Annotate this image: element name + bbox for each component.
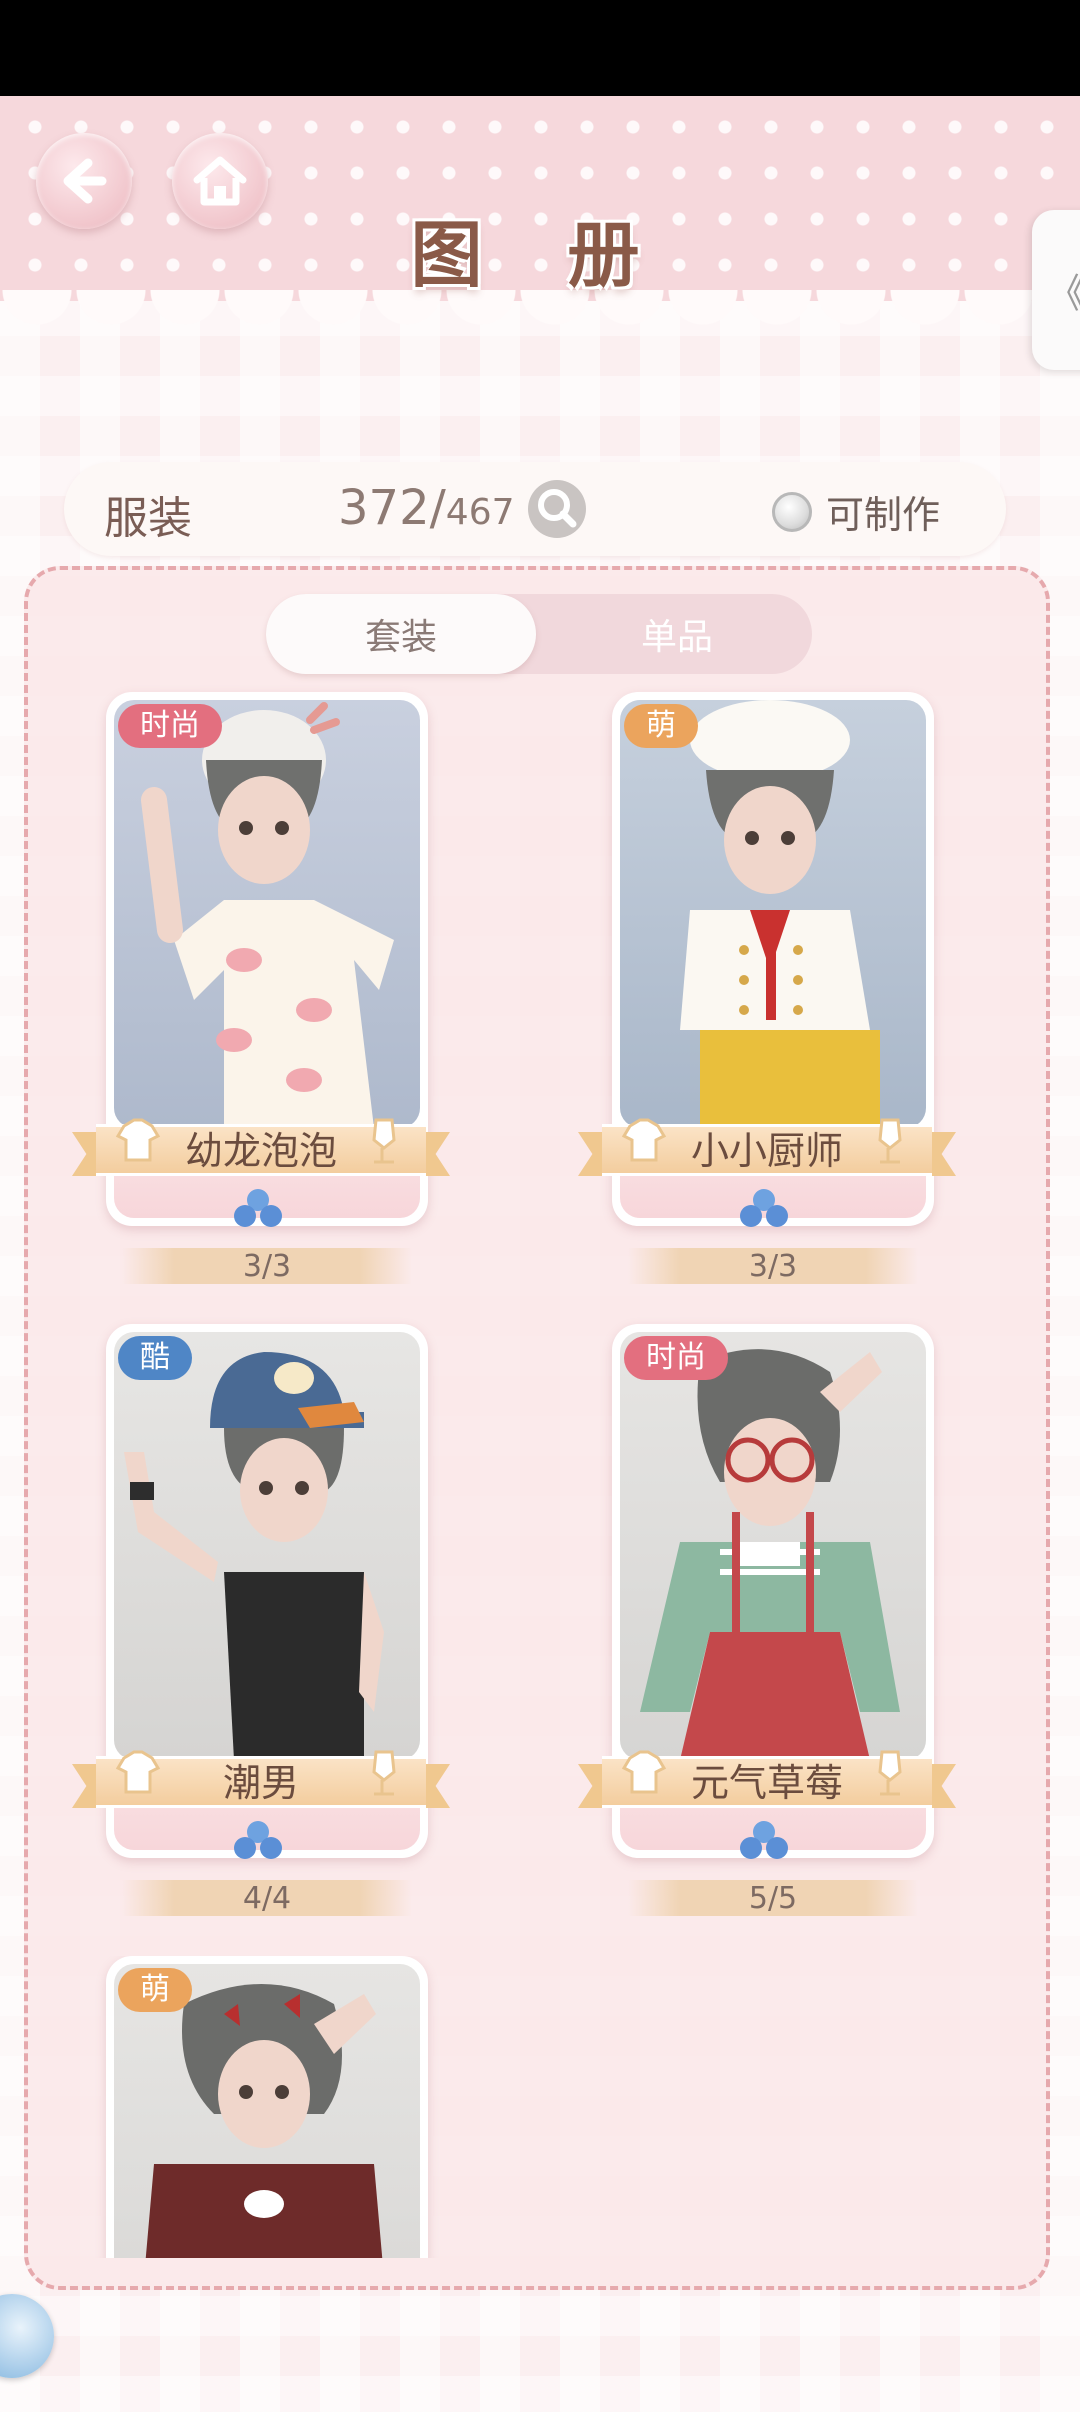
radio-icon	[772, 491, 812, 532]
collection-summary-bar: 服装 372/467 可制作	[64, 462, 1006, 556]
outfit-portrait	[114, 700, 420, 1128]
outfit-name: 小小厨师	[690, 1129, 843, 1173]
home-button[interactable]	[172, 133, 268, 229]
outfit-card[interactable]: 酷 潮男 4/4	[72, 1324, 450, 1924]
outfit-card[interactable]: 萌	[76, 1956, 446, 2258]
side-drawer-tab[interactable]: 《	[1032, 210, 1080, 370]
tab-single-items[interactable]: 单品	[542, 594, 812, 674]
outfit-portrait	[620, 700, 926, 1128]
magnifier-icon[interactable]	[526, 478, 588, 540]
outfit-card[interactable]: 时尚 幼龙泡泡 3/3	[72, 692, 450, 1292]
style-tag: 时尚	[624, 1336, 728, 1380]
outfit-card-frame: 萌	[106, 1956, 428, 2258]
category-label: 服装	[104, 493, 192, 544]
gem-cluster-icon	[234, 1189, 282, 1227]
count-separator: /	[429, 480, 446, 536]
gem-cluster-icon	[740, 1821, 788, 1859]
name-ribbon: 潮男	[72, 1744, 450, 1818]
collection-progress: 4/4	[122, 1880, 412, 1916]
gem-cluster-icon	[740, 1189, 788, 1227]
name-ribbon: 小小厨师	[578, 1112, 956, 1186]
outfit-card[interactable]: 萌 小小厨师 3/3	[578, 692, 956, 1292]
home-icon	[193, 156, 247, 206]
gem-cluster-icon	[234, 1821, 282, 1859]
outfit-name: 潮男	[222, 1761, 299, 1805]
collection-count: 372/467	[338, 480, 515, 536]
craftable-label: 可制作	[826, 493, 941, 537]
outfit-name: 元气草莓	[690, 1761, 843, 1805]
back-button[interactable]	[36, 133, 132, 229]
tab-bar: 套装 单品	[266, 594, 812, 674]
status-bar	[0, 0, 1080, 96]
chevron-left-icon: 《	[1046, 261, 1080, 319]
collection-progress: 5/5	[628, 1880, 918, 1916]
name-ribbon: 幼龙泡泡	[72, 1112, 450, 1186]
style-tag: 萌	[118, 1968, 192, 2012]
craftable-filter-toggle[interactable]: 可制作	[772, 484, 940, 539]
tab-outfits[interactable]: 套装	[266, 594, 536, 674]
arrow-left-icon	[63, 158, 107, 204]
style-tag: 萌	[624, 704, 698, 748]
outfit-portrait	[620, 1332, 926, 1760]
style-tag: 时尚	[118, 704, 222, 748]
page-title: 图 册	[410, 212, 670, 297]
style-tag: 酷	[118, 1336, 192, 1380]
collection-progress: 3/3	[628, 1248, 918, 1284]
outfit-portrait	[114, 1332, 420, 1760]
collection-progress: 3/3	[122, 1248, 412, 1284]
total-count: 467	[445, 492, 515, 533]
collected-count: 372	[338, 480, 430, 536]
name-ribbon: 元气草莓	[578, 1744, 956, 1818]
outfit-card[interactable]: 时尚 元气草莓 5/5	[578, 1324, 956, 1924]
outfit-name: 幼龙泡泡	[184, 1129, 337, 1173]
